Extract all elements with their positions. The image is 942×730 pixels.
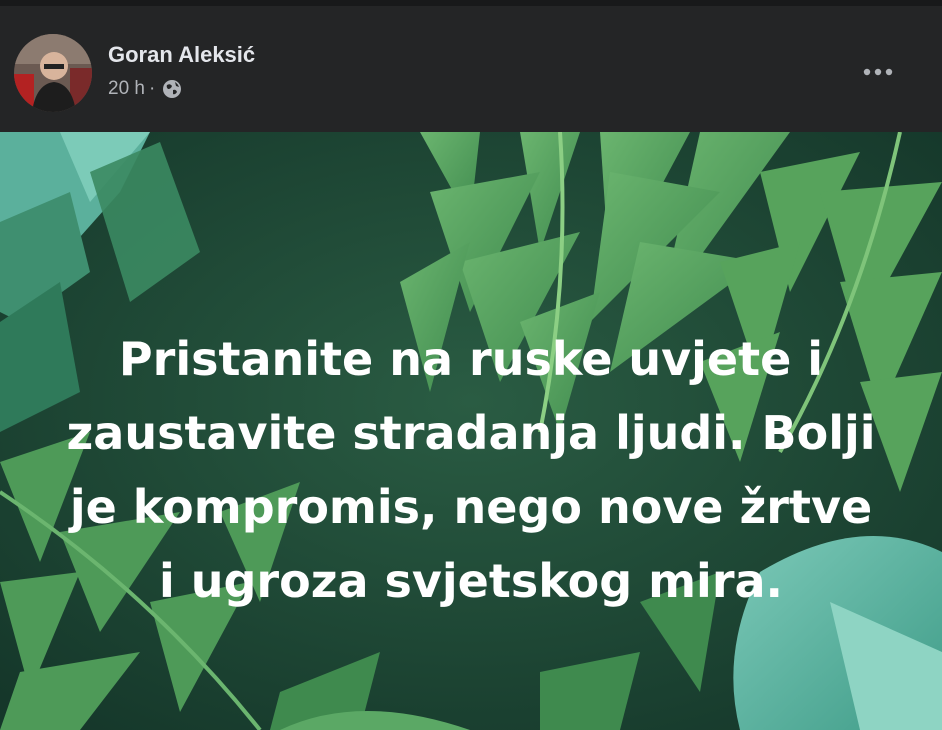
globe-icon bbox=[163, 80, 182, 98]
post-meta: 20 h · bbox=[108, 78, 183, 100]
post-text-line: i ugroza svjetskog mira. bbox=[158, 554, 784, 608]
author-avatar[interactable] bbox=[14, 34, 92, 112]
meta-separator: · bbox=[148, 78, 156, 99]
author-name[interactable]: Goran Aleksić bbox=[108, 42, 255, 68]
post-timestamp[interactable]: 20 h bbox=[108, 78, 145, 100]
post-text: Pristanite na ruske uvjete i zaustavite … bbox=[0, 322, 942, 618]
post-image[interactable]: Pristanite na ruske uvjete i zaustavite … bbox=[0, 132, 942, 730]
post-text-line: Pristanite na ruske uvjete i bbox=[118, 332, 824, 386]
post-text-line: je kompromis, nego nove žrtve bbox=[69, 480, 873, 534]
post-header: Goran Aleksić 20 h · bbox=[0, 6, 942, 132]
more-options-button[interactable] bbox=[852, 50, 908, 94]
post-text-line: zaustavite stradanja ljudi. Bolji bbox=[66, 406, 876, 460]
more-options-icon bbox=[863, 68, 893, 76]
